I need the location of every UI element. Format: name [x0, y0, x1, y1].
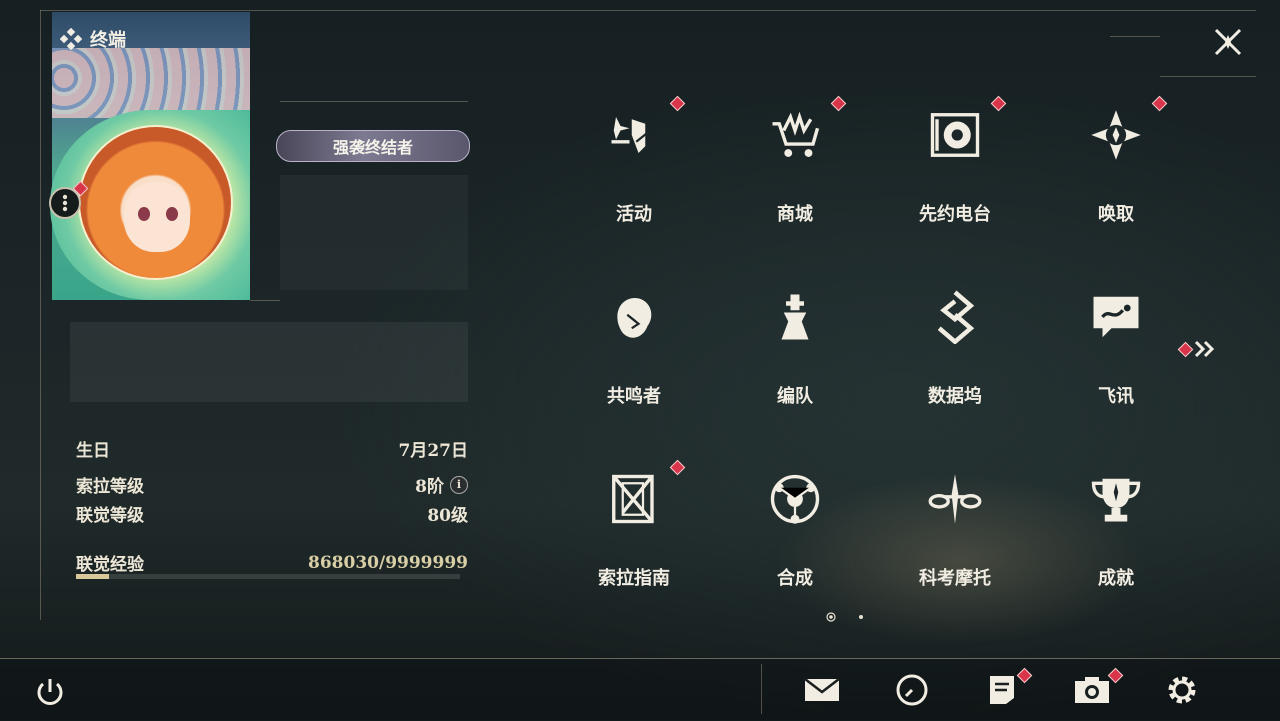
- settings-button[interactable]: [1162, 670, 1202, 710]
- menu-item-label: 商城: [777, 204, 813, 225]
- guidebook-icon: [612, 474, 654, 524]
- window-title: 终端: [60, 26, 126, 52]
- double-chevron-right-icon: [1194, 340, 1215, 358]
- mail-button[interactable]: [802, 670, 842, 710]
- left-frame-line: [40, 10, 41, 620]
- avatar[interactable]: [78, 125, 233, 280]
- menu-item-activity[interactable]: 活动: [574, 92, 694, 242]
- menu-item-label: 科考摩托: [919, 568, 991, 589]
- menu-item-label: 索拉指南: [598, 568, 670, 589]
- birthday-value: 7月27日: [398, 441, 469, 461]
- menu-item-label: 唤取: [1098, 204, 1134, 225]
- menu-item-label: 活动: [616, 204, 652, 225]
- bottom-divider: [761, 664, 762, 714]
- avatar-face: [124, 182, 190, 252]
- clock-icon: [896, 674, 928, 706]
- union-level-label: 联觉等级: [76, 506, 144, 526]
- menu-item-notify-dot: [990, 95, 1007, 112]
- top-frame-line: [40, 10, 1256, 11]
- menu-item-synthesis[interactable]: 合成: [735, 456, 855, 606]
- menu-item-guidebook[interactable]: 索拉指南: [574, 456, 694, 606]
- menu-item-resonator[interactable]: 共鸣者: [574, 274, 694, 424]
- redacted-signature-area: [70, 322, 468, 402]
- menu-item-label: 编队: [777, 386, 813, 407]
- more-vertical-icon: [62, 194, 68, 212]
- menu-item-notify-dot: [669, 95, 686, 112]
- sola-level-value: 8阶: [415, 477, 444, 497]
- menu-item-label: 合成: [777, 568, 813, 589]
- banner-artwork: [52, 48, 250, 118]
- birthday-label: 生日: [76, 441, 110, 461]
- menu-item-notify-dot: [669, 459, 686, 476]
- next-page-button[interactable]: [1177, 340, 1217, 358]
- title-badge-text: 强袭终结者: [332, 138, 413, 157]
- menu-item-notify-dot: [830, 95, 847, 112]
- title-badge[interactable]: 强袭终结者: [276, 130, 470, 162]
- trophy-icon: [1091, 478, 1141, 522]
- menu-item-label: 先约电台: [919, 204, 991, 225]
- menu-item-radio[interactable]: 先约电台: [895, 92, 1015, 242]
- union-exp-progress-bar: [76, 574, 460, 579]
- team-icon: [781, 294, 809, 340]
- resonator-icon: [617, 298, 652, 338]
- union-exp-row: 联觉经验 868030/9999999: [76, 550, 468, 576]
- close-button[interactable]: [1208, 22, 1248, 62]
- union-level-row: 联觉等级 80级: [76, 501, 468, 526]
- shop-cart-icon: [772, 111, 820, 157]
- notes-button[interactable]: [982, 670, 1022, 710]
- menu-item-label: 飞讯: [1098, 386, 1134, 407]
- menu-item-notify-dot: [1151, 95, 1168, 112]
- next-page-notify-dot: [1177, 341, 1194, 357]
- menu-item-label: 数据坞: [928, 386, 982, 407]
- camera-icon: [1075, 677, 1109, 703]
- avatar-eye-left: [138, 207, 150, 221]
- mail-icon: [804, 678, 840, 701]
- page-dot-active[interactable]: [826, 612, 836, 622]
- menu-item-motorcycle[interactable]: 科考摩托: [895, 456, 1015, 606]
- avatar-eye-right: [166, 207, 178, 221]
- page-indicator: [826, 612, 864, 622]
- info-icon[interactable]: i: [450, 475, 468, 494]
- chat-icon: [1093, 296, 1139, 338]
- menu-item-shop-cart[interactable]: 商城: [735, 92, 855, 242]
- notes-icon: [990, 676, 1014, 704]
- close-icon: [1214, 28, 1242, 56]
- union-level-value: 80级: [427, 506, 468, 526]
- profile-divider: [280, 101, 468, 102]
- radio-icon: [930, 113, 980, 157]
- top-right-frame-line-2: [1160, 76, 1256, 77]
- page-dot[interactable]: [858, 614, 864, 620]
- camera-button[interactable]: [1072, 670, 1112, 710]
- convene-icon: [1091, 110, 1141, 160]
- union-exp-label: 联觉经验: [76, 555, 144, 575]
- power-icon: [37, 679, 63, 705]
- settings-gear-icon: [1168, 676, 1196, 704]
- menu-item-chat[interactable]: 飞讯: [1056, 274, 1176, 424]
- menu-item-team[interactable]: 编队: [735, 274, 855, 424]
- window-title-text: 终端: [90, 30, 126, 51]
- menu-item-convene[interactable]: 唤取: [1056, 92, 1176, 242]
- clock-button[interactable]: [892, 670, 932, 710]
- menu-item-label: 成就: [1098, 568, 1134, 589]
- profile-more-button[interactable]: [49, 187, 81, 219]
- terminal-diamond-icon: [60, 28, 82, 50]
- power-button[interactable]: [30, 672, 70, 712]
- menu-item-data-bank[interactable]: 数据坞: [895, 274, 1015, 424]
- union-exp-value: 868030/9999999: [308, 552, 468, 573]
- redacted-name-area: [280, 175, 468, 290]
- top-right-frame-line: [1110, 36, 1160, 37]
- avatar-divider: [250, 300, 280, 301]
- activity-icon: [611, 117, 649, 153]
- synthesis-icon: [770, 474, 820, 524]
- sola-level-row: 索拉等级 8阶 i: [76, 472, 468, 497]
- motorcycle-icon: [928, 474, 982, 524]
- menu-item-label: 共鸣者: [607, 386, 661, 407]
- sola-level-label: 索拉等级: [76, 477, 144, 497]
- birthday-row: 生日 7月27日: [76, 436, 468, 461]
- union-exp-progress-fill: [76, 574, 110, 579]
- data-bank-icon: [937, 290, 975, 344]
- menu-item-trophy[interactable]: 成就: [1056, 456, 1176, 606]
